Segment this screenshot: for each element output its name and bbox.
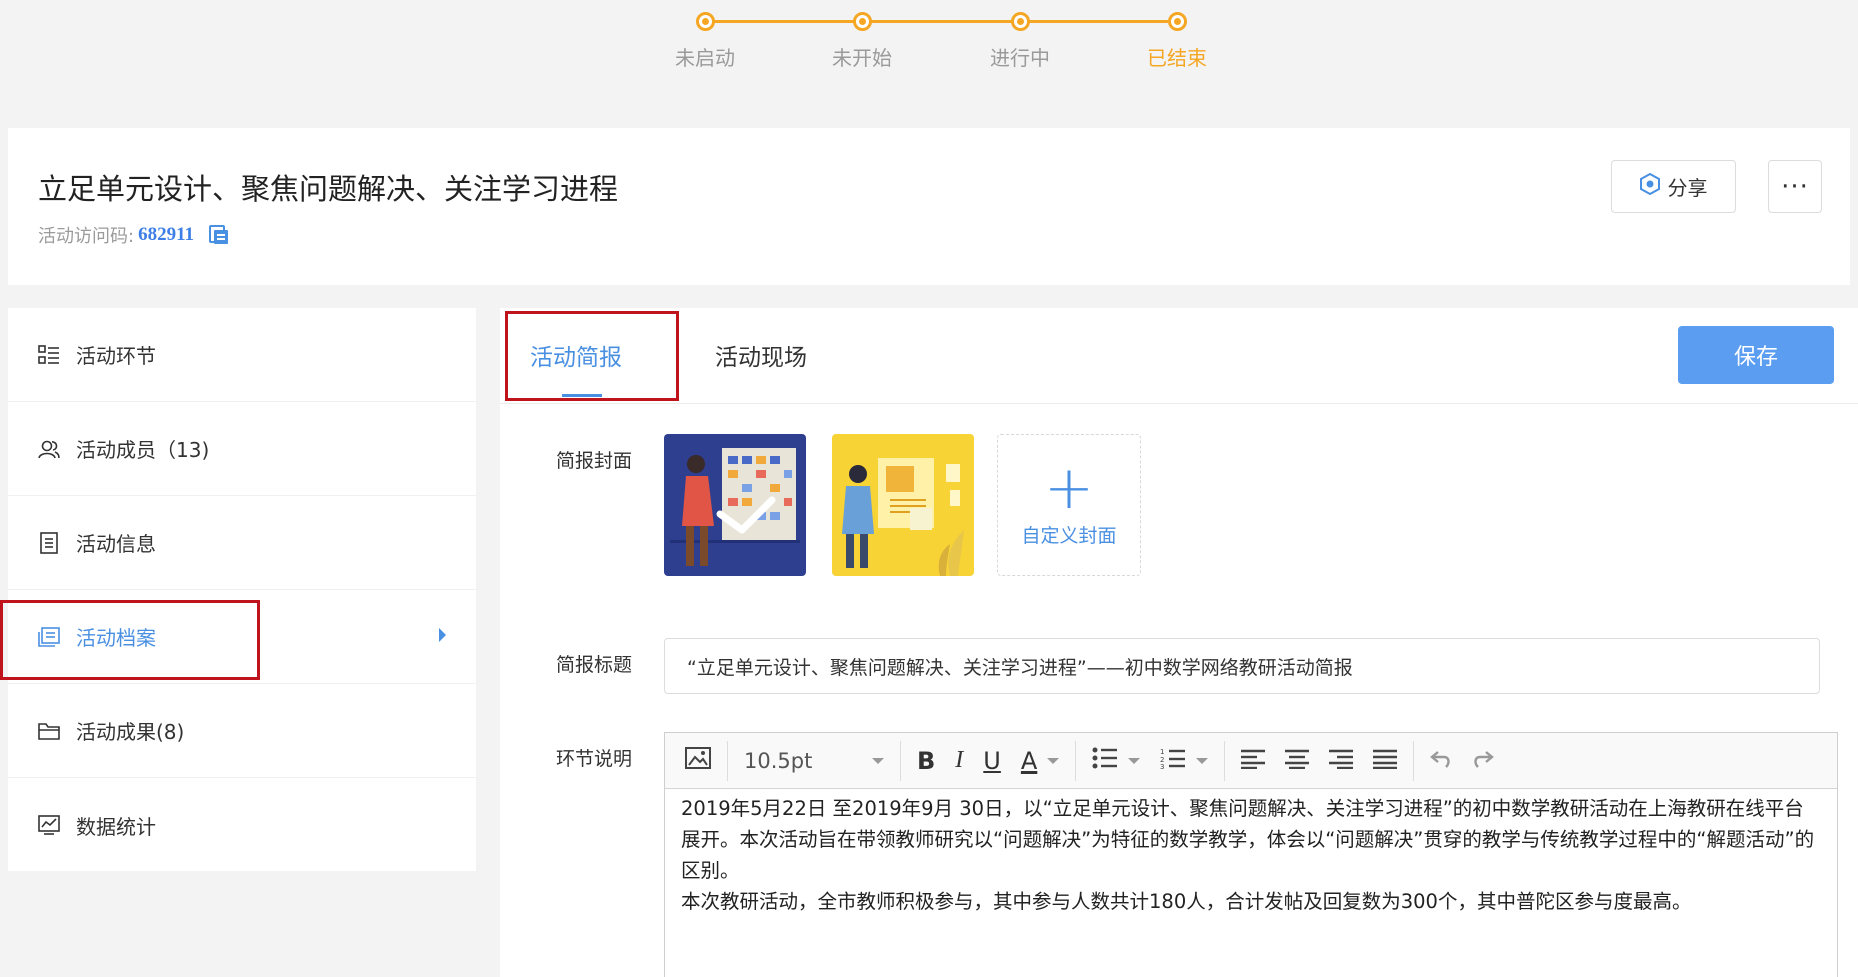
- step-label: 未开始: [832, 46, 892, 70]
- editor-content[interactable]: 2019年5月22日 至2019年9月 30日，以“立足单元设计、聚焦问题解决、…: [665, 789, 1837, 921]
- sidebar-item-members[interactable]: 活动成员（13): [8, 402, 476, 496]
- undo-icon: [1430, 747, 1452, 775]
- main-panel: 活动简报 活动现场 保存 简报封面 + 自定义封面 简报标题 “立足单元设计、聚…: [500, 308, 1858, 977]
- members-icon: [38, 438, 60, 460]
- font-color-icon: A: [1020, 746, 1038, 775]
- underline-button[interactable]: U: [973, 741, 1011, 781]
- toolbar-separator: [727, 740, 728, 781]
- chevron-down-icon: [872, 757, 884, 764]
- list-icon: [38, 344, 60, 366]
- bullet-list-button[interactable]: [1082, 741, 1150, 781]
- access-code-value: 682911: [138, 224, 195, 245]
- sidebar-item-info[interactable]: 活动信息: [8, 496, 476, 590]
- document-icon: [38, 531, 60, 554]
- access-code-row: 活动访问码: 682911: [38, 222, 230, 248]
- activity-title: 立足单元设计、聚焦问题解决、关注学习进程: [38, 172, 619, 206]
- sidebar-item-results[interactable]: 活动成果(8): [8, 684, 476, 778]
- undo-button[interactable]: [1420, 741, 1462, 781]
- italic-button[interactable]: I: [945, 741, 973, 781]
- activity-header: 立足单元设计、聚焦问题解决、关注学习进程 活动访问码: 682911 分享 ··…: [8, 128, 1850, 285]
- more-button[interactable]: ···: [1768, 160, 1822, 213]
- access-code-label: 活动访问码:: [38, 226, 135, 247]
- editor-toolbar: 10.5pt B I U A 123: [665, 733, 1837, 789]
- custom-cover-label: 自定义封面: [1021, 524, 1117, 547]
- sidebar-item-statistics[interactable]: 数据统计: [8, 778, 476, 872]
- rich-text-editor[interactable]: 10.5pt B I U A 123 2019年5月22日 至2019年9月 3…: [664, 732, 1838, 977]
- numbered-list-icon: 123: [1160, 747, 1186, 775]
- sidebar-item-activity-steps[interactable]: 活动环节: [8, 308, 476, 402]
- toolbar-separator: [1075, 740, 1077, 781]
- sidebar-item-label: 活动成员（13): [76, 438, 210, 462]
- cover-illustration-2: [832, 434, 974, 576]
- share-label: 分享: [1667, 176, 1708, 200]
- cover-label: 简报封面: [556, 450, 633, 472]
- align-justify-button[interactable]: [1363, 741, 1407, 781]
- align-left-button[interactable]: [1231, 741, 1275, 781]
- sidebar-item-label: 数据统计: [76, 814, 156, 839]
- highlight-box-archive: [0, 600, 260, 680]
- editor-paragraph: 2019年5月22日 至2019年9月 30日，以“立足单元设计、聚焦问题解决、…: [681, 797, 1815, 882]
- font-size-value: 10.5pt: [744, 748, 813, 773]
- activity-status-steps: 未启动 未开始 进行中 已结束: [0, 0, 1858, 120]
- sidebar-item-label: 活动环节: [76, 344, 156, 368]
- step-description-label: 环节说明: [556, 748, 633, 770]
- step-dot: [1011, 12, 1030, 31]
- align-center-icon: [1285, 747, 1310, 775]
- toolbar-separator: [900, 740, 901, 781]
- step-label: 未启动: [675, 46, 735, 70]
- toolbar-separator: [1224, 740, 1226, 781]
- copy-icon[interactable]: [208, 224, 230, 246]
- svg-text:3: 3: [1160, 763, 1164, 769]
- sidebar: 活动环节 活动成员（13) 活动信息 活动档案 活动成果(8) 数据统计: [8, 308, 476, 871]
- font-size-select[interactable]: 10.5pt: [734, 741, 894, 781]
- numbered-list-button[interactable]: 123: [1150, 741, 1218, 781]
- align-justify-icon: [1373, 747, 1398, 775]
- plus-icon: +: [1043, 452, 1095, 523]
- tab-live[interactable]: 活动现场: [715, 338, 807, 372]
- chevron-down-icon: [1047, 757, 1060, 764]
- save-button[interactable]: 保存: [1678, 326, 1834, 384]
- briefing-title-label: 简报标题: [556, 654, 633, 676]
- chevron-down-icon: [1196, 757, 1209, 764]
- steps-line: [706, 20, 1168, 23]
- align-right-icon: [1329, 747, 1354, 775]
- step-label: 进行中: [990, 46, 1050, 70]
- cover-option-2[interactable]: [832, 434, 974, 576]
- align-right-button[interactable]: [1319, 741, 1363, 781]
- briefing-title-input[interactable]: “立足单元设计、聚焦问题解决、关注学习进程”——初中数学网络教研活动简报: [664, 638, 1820, 694]
- align-center-button[interactable]: [1275, 741, 1319, 781]
- align-left-icon: [1241, 747, 1266, 775]
- bullet-list-icon: [1092, 747, 1118, 775]
- step-dot: [853, 12, 872, 31]
- chevron-right-icon: [439, 628, 446, 642]
- font-color-button[interactable]: A: [1011, 741, 1069, 781]
- tab-bar: 活动简报 活动现场 保存: [500, 308, 1858, 404]
- editor-paragraph: 本次教研活动，全市教师积极参与，其中参与人数共计180人，合计发帖及回复数为30…: [681, 890, 1692, 913]
- redo-button[interactable]: [1462, 741, 1504, 781]
- sidebar-item-label: 活动信息: [76, 532, 156, 556]
- image-icon: [685, 746, 711, 775]
- share-button[interactable]: 分享: [1611, 160, 1736, 213]
- sidebar-item-label: 活动成果(8): [76, 720, 185, 744]
- highlight-box-briefing-tab: [505, 311, 679, 401]
- share-icon: [1639, 172, 1660, 200]
- svg-text:1: 1: [1160, 748, 1164, 756]
- folder-icon: [38, 720, 60, 742]
- redo-icon: [1472, 747, 1495, 775]
- step-label-current: 已结束: [1147, 46, 1207, 70]
- cover-illustration-1: [664, 434, 806, 576]
- briefing-title-value: “立足单元设计、聚焦问题解决、关注学习进程”——初中数学网络教研活动简报: [687, 656, 1353, 679]
- chart-icon: [38, 814, 60, 836]
- chevron-down-icon: [1128, 757, 1141, 764]
- step-dot: [696, 12, 715, 31]
- insert-image-button[interactable]: [675, 741, 721, 781]
- toolbar-separator: [1413, 740, 1415, 781]
- custom-cover-button[interactable]: + 自定义封面: [997, 434, 1141, 576]
- bold-button[interactable]: B: [907, 741, 945, 781]
- step-dot-current: [1168, 12, 1187, 31]
- cover-option-1[interactable]: [664, 434, 806, 576]
